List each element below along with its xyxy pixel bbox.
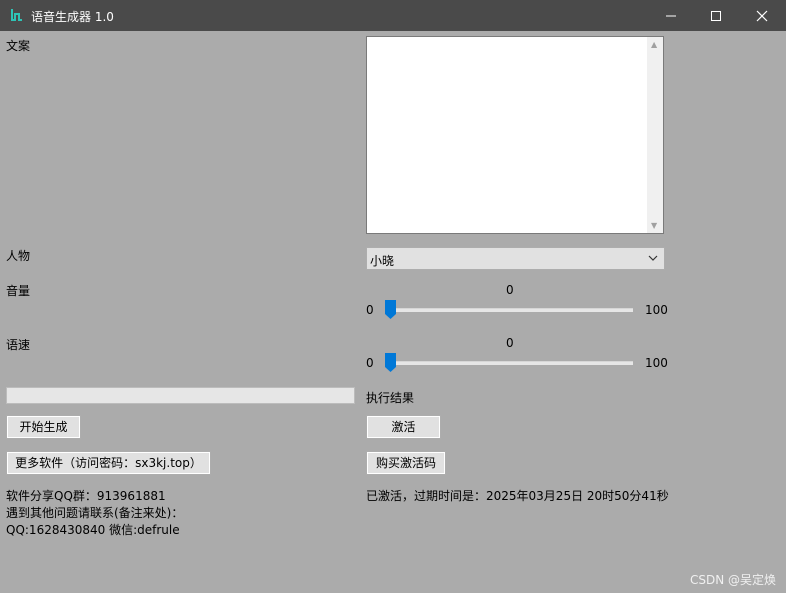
text-input[interactable]: ▲ ▼ [366, 36, 664, 234]
buy-code-button[interactable]: 购买激活码 [366, 451, 446, 475]
activate-button[interactable]: 激活 [366, 415, 441, 439]
window-title: 语音生成器 1.0 [31, 10, 114, 24]
volume-slider-thumb[interactable] [385, 300, 396, 319]
qq-group-text: 软件分享QQ群：913961881 [6, 489, 166, 503]
activation-status: 已激活，过期时间是：2025年03月25日 20时50分41秒 [366, 489, 669, 503]
title-bar[interactable]: 语音生成器 1.0 [0, 0, 786, 31]
maximize-button[interactable] [693, 0, 739, 31]
start-button[interactable]: 开始生成 [6, 415, 81, 439]
speed-slider-thumb[interactable] [385, 353, 396, 372]
result-label: 执行结果 [366, 391, 415, 405]
contact-ids-text: QQ:1628430840 微信:defrule [6, 523, 180, 537]
speed-slider-track[interactable] [385, 361, 633, 365]
character-select[interactable]: 小晓 [366, 247, 665, 270]
watermark: CSDN @吴定焕 [689, 573, 776, 587]
volume-label: 音量 [6, 284, 31, 298]
volume-max: 100 [645, 303, 668, 317]
speed-max: 100 [645, 356, 668, 370]
volume-value: 0 [506, 283, 514, 297]
close-button[interactable] [739, 0, 785, 31]
chevron-down-icon [648, 255, 658, 261]
maximize-icon [711, 11, 721, 21]
speed-value: 0 [506, 336, 514, 350]
text-scrollbar[interactable]: ▲ ▼ [647, 37, 663, 233]
character-label: 人物 [6, 249, 31, 263]
scroll-down-icon[interactable]: ▼ [651, 221, 657, 230]
contact-text: 遇到其他问题请联系(备注来处)： [6, 506, 184, 520]
volume-min: 0 [366, 303, 374, 317]
more-software-button[interactable]: 更多软件（访问密码：sx3kj.top） [6, 451, 211, 475]
speed-min: 0 [366, 356, 374, 370]
volume-slider-track[interactable] [385, 308, 633, 312]
close-icon [756, 10, 768, 22]
main-form: 文案 ▲ ▼ 人物 小晓 音量 0 0 100 语速 0 0 100 执行结果 … [0, 31, 786, 593]
character-selected: 小晓 [370, 254, 395, 268]
speed-label: 语速 [6, 338, 31, 352]
progress-bar [6, 387, 355, 404]
app-icon [11, 9, 22, 21]
scroll-up-icon[interactable]: ▲ [651, 40, 657, 49]
text-label: 文案 [6, 39, 31, 53]
minimize-icon [666, 15, 676, 17]
minimize-button[interactable] [648, 0, 694, 31]
